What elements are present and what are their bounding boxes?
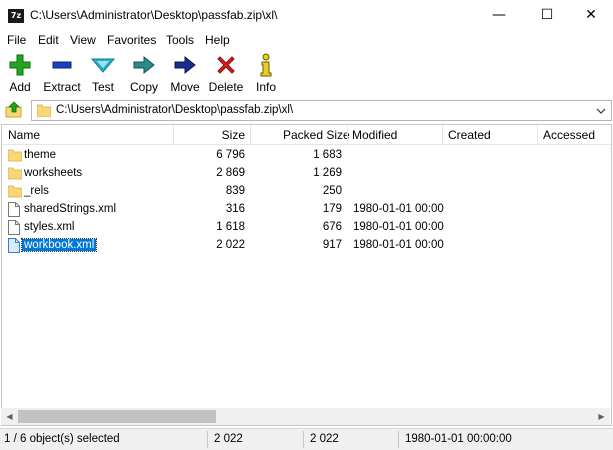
file-name: styles.xml	[24, 221, 75, 233]
copy-button[interactable]: Copy	[122, 52, 166, 94]
file-icon	[8, 202, 20, 217]
column-divider[interactable]	[347, 125, 348, 144]
column-divider[interactable]	[442, 125, 443, 144]
delete-x-icon	[215, 52, 237, 78]
maximize-button[interactable]: ☐	[524, 0, 570, 30]
column-header-packed-size[interactable]: Packed Size	[283, 128, 350, 142]
status-selection: 1 / 6 object(s) selected	[4, 433, 120, 445]
add-button[interactable]: Add	[0, 52, 42, 94]
file-size: 6 796	[216, 149, 245, 161]
column-divider[interactable]	[250, 125, 251, 144]
file-size: 1 618	[216, 221, 245, 233]
address-path: C:\Users\Administrator\Desktop\passfab.z…	[56, 104, 294, 116]
list-item[interactable]: _rels 839 250	[2, 183, 611, 201]
7zip-app-icon: 7z	[8, 9, 24, 23]
list-item[interactable]: theme 6 796 1 683	[2, 147, 611, 165]
file-modified: 1980-01-01 00:00	[353, 221, 444, 233]
folder-icon	[8, 167, 22, 180]
folder-up-icon	[5, 101, 22, 118]
file-size: 839	[225, 185, 245, 197]
move-arrow-icon	[173, 52, 197, 78]
file-modified: 1980-01-01 00:00	[353, 239, 444, 251]
column-header-name[interactable]: Name	[8, 128, 40, 142]
title-bar: 7z C:\Users\Administrator\Desktop\passfa…	[0, 0, 613, 32]
delete-label: Delete	[208, 80, 244, 94]
file-name: workbook.xml	[20, 238, 98, 252]
menu-tools[interactable]: Tools	[166, 33, 194, 47]
file-size: 316	[225, 203, 245, 215]
move-button[interactable]: Move	[163, 52, 207, 94]
folder-up-button[interactable]	[5, 101, 23, 119]
file-name: worksheets	[24, 167, 83, 179]
column-header-accessed[interactable]: Accessed	[543, 128, 595, 142]
horizontal-scrollbar[interactable]: ◀ ▶	[1, 408, 610, 425]
column-header-size[interactable]: Size	[174, 128, 245, 142]
status-divider	[398, 431, 399, 448]
list-item-selected[interactable]: workbook.xml 2 022 917 1980-01-01 00:00	[2, 237, 611, 255]
test-button[interactable]: Test	[81, 52, 125, 94]
extract-button[interactable]: Extract	[40, 52, 84, 94]
list-item[interactable]: sharedStrings.xml 316 179 1980-01-01 00:…	[2, 201, 611, 219]
status-divider	[207, 431, 208, 448]
menu-file[interactable]: File	[7, 33, 26, 47]
scroll-left-icon[interactable]: ◀	[1, 408, 18, 425]
file-icon	[8, 220, 20, 235]
column-header-modified[interactable]: Modified	[352, 128, 397, 142]
file-name: _rels	[24, 185, 49, 197]
plus-icon	[9, 52, 31, 78]
column-header-created[interactable]: Created	[448, 128, 491, 142]
move-label: Move	[170, 80, 200, 94]
file-size: 2 869	[216, 167, 245, 179]
file-packed-size: 676	[322, 221, 342, 233]
window-title: C:\Users\Administrator\Desktop\passfab.z…	[30, 8, 278, 22]
close-button[interactable]: ✕	[568, 0, 613, 30]
folder-icon	[8, 185, 22, 198]
file-modified: 1980-01-01 00:00	[353, 203, 444, 215]
menu-view[interactable]: View	[70, 33, 96, 47]
address-bar: C:\Users\Administrator\Desktop\passfab.z…	[0, 99, 613, 123]
info-label: Info	[255, 80, 276, 94]
status-size: 2 022	[214, 433, 243, 445]
list-header: Name Size Packed Size Modified Created A…	[2, 125, 611, 145]
address-field[interactable]: C:\Users\Administrator\Desktop\passfab.z…	[31, 100, 612, 121]
menu-edit[interactable]: Edit	[38, 33, 59, 47]
file-packed-size: 1 683	[313, 149, 342, 161]
folder-icon	[8, 149, 22, 162]
status-divider	[303, 431, 304, 448]
folder-icon	[37, 104, 51, 117]
checkmark-icon	[91, 52, 115, 78]
info-button[interactable]: Info	[244, 52, 288, 94]
file-packed-size: 179	[322, 203, 342, 215]
copy-label: Copy	[129, 80, 158, 94]
file-packed-size: 1 269	[313, 167, 342, 179]
file-size: 2 022	[216, 239, 245, 251]
extract-label: Extract	[43, 80, 81, 94]
minimize-button[interactable]: —	[476, 0, 522, 30]
column-divider[interactable]	[537, 125, 538, 144]
file-name: theme	[24, 149, 56, 161]
scrollbar-thumb[interactable]	[18, 410, 216, 423]
list-item[interactable]: worksheets 2 869 1 269	[2, 165, 611, 183]
menu-bar: File Edit View Favorites Tools Help	[0, 32, 613, 50]
status-bar: 1 / 6 object(s) selected 2 022 2 022 198…	[0, 428, 613, 450]
status-modified: 1980-01-01 00:00:00	[405, 433, 512, 445]
scroll-right-icon[interactable]: ▶	[593, 408, 610, 425]
file-packed-size: 250	[322, 185, 342, 197]
test-label: Test	[91, 80, 114, 94]
menu-help[interactable]: Help	[205, 33, 230, 47]
chevron-down-icon[interactable]	[595, 103, 607, 119]
minus-icon	[51, 52, 73, 78]
info-icon	[258, 52, 274, 78]
file-icon	[8, 238, 20, 253]
menu-favorites[interactable]: Favorites	[107, 33, 156, 47]
add-label: Add	[9, 80, 31, 94]
delete-button[interactable]: Delete	[204, 52, 248, 94]
file-packed-size: 917	[322, 239, 342, 251]
file-name: sharedStrings.xml	[24, 203, 117, 215]
toolbar: Add Extract Test Copy Move Delete Info	[0, 50, 613, 98]
status-packed-size: 2 022	[310, 433, 339, 445]
file-list: Name Size Packed Size Modified Created A…	[1, 124, 612, 426]
list-item[interactable]: styles.xml 1 618 676 1980-01-01 00:00	[2, 219, 611, 237]
copy-arrow-icon	[132, 52, 156, 78]
